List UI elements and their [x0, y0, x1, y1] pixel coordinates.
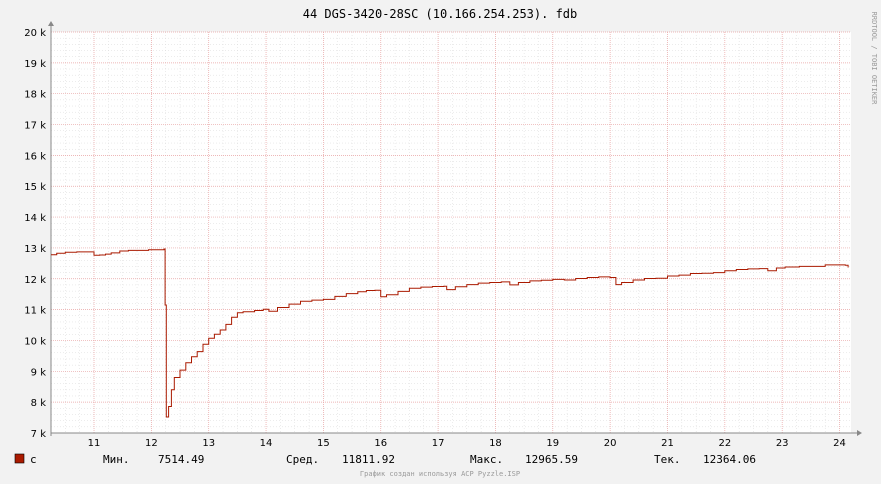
x-tick-label: 11 [88, 438, 101, 449]
watermark: RRDTOOL / TOBI OETIKER [870, 12, 878, 106]
x-tick-label: 24 [833, 438, 846, 449]
chart: 44 DGS-3420-28SC (10.166.254.253). fdb 7… [0, 0, 881, 484]
x-tick-label: 15 [317, 438, 330, 449]
y-tick-label: 19 k [24, 59, 46, 70]
y-tick-label: 14 k [24, 213, 46, 224]
plot-background [51, 32, 851, 433]
legend-avg-label: Сред. [286, 453, 319, 466]
legend-cur-value: 12364.06 [703, 453, 756, 466]
y-tick-label: 8 k [31, 398, 47, 409]
x-tick-label: 17 [432, 438, 445, 449]
legend-swatch [14, 453, 25, 464]
y-tick-label: 10 k [24, 336, 46, 347]
y-tick-label: 7 k [31, 429, 47, 440]
x-tick-label: 14 [260, 438, 273, 449]
x-tick-label: 13 [202, 438, 215, 449]
legend-min-label: Мин. [103, 453, 130, 466]
x-tick-label: 20 [604, 438, 617, 449]
legend-series-label: c [30, 453, 37, 466]
x-tick-label: 18 [489, 438, 502, 449]
x-tick-label: 22 [718, 438, 731, 449]
legend-avg-value: 11811.92 [342, 453, 395, 466]
legend-min-value: 7514.49 [158, 453, 204, 466]
footer-text: График создан используя ACP Pyzzle.ISP [360, 470, 520, 478]
x-tick-label: 12 [145, 438, 158, 449]
legend-cur-label: Тек. [654, 453, 681, 466]
chart-title: 44 DGS-3420-28SC (10.166.254.253). fdb [303, 7, 578, 21]
legend-max-value: 12965.59 [525, 453, 578, 466]
y-tick-label: 11 k [24, 306, 46, 317]
x-tick-label: 23 [776, 438, 789, 449]
y-tick-label: 9 k [31, 367, 47, 378]
x-tick-label: 16 [374, 438, 387, 449]
y-tick-label: 15 k [24, 182, 46, 193]
plot-area: 7 k 8 k 9 k 10 k 11 k 12 k 13 k 14 k 15 k 16 k 17 … [24, 21, 862, 449]
y-tick-label: 13 k [24, 244, 46, 255]
y-tick-label: 16 k [24, 151, 46, 162]
y-tick-label: 17 k [24, 121, 46, 132]
y-tick-label: 12 k [24, 275, 46, 286]
y-tick-label: 20 k [24, 28, 46, 39]
y-tick-label: 18 k [24, 90, 46, 101]
legend-max-label: Макс. [470, 453, 503, 466]
x-tick-label: 21 [661, 438, 674, 449]
x-tick-label: 19 [546, 438, 559, 449]
